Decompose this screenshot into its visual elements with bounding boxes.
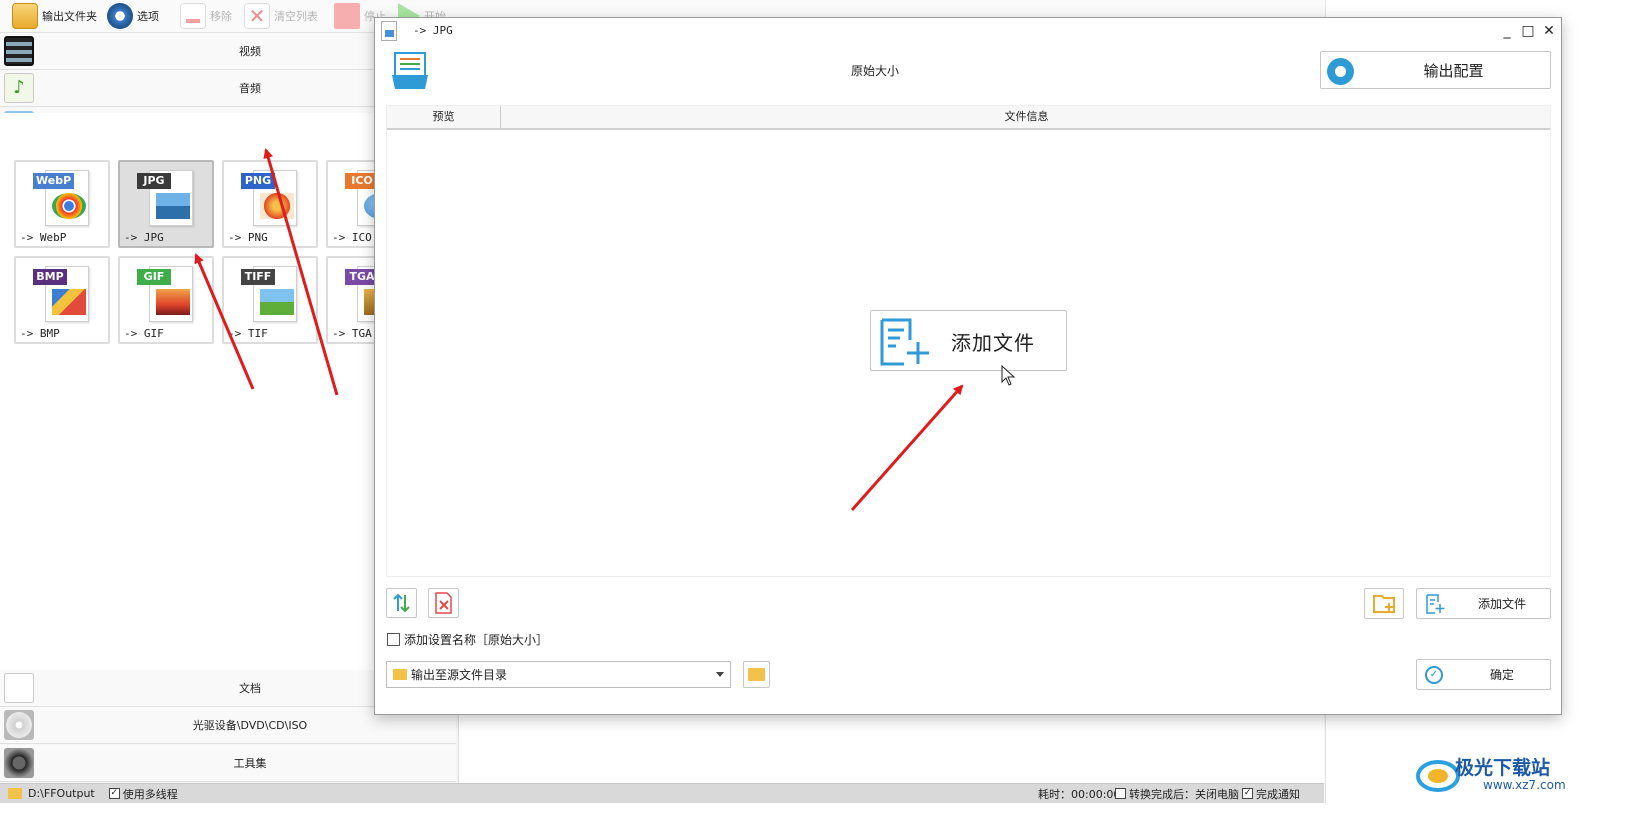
remove-label: 移除 xyxy=(210,10,232,23)
output-config-label: 输出配置 xyxy=(1423,61,1484,80)
format-badge: BMP xyxy=(33,269,67,285)
format-badge: WebP xyxy=(33,173,75,189)
notify-label: 完成通知 xyxy=(1256,787,1300,801)
add-file-button[interactable]: 添加文件 xyxy=(1416,588,1551,619)
category-tools-label: 工具集 xyxy=(233,757,267,770)
folder-icon xyxy=(393,669,407,680)
checkbox-checked-icon: ✓ xyxy=(1242,788,1253,799)
browse-folder-button[interactable] xyxy=(743,661,770,688)
add-folder-icon xyxy=(1373,595,1395,613)
paint-brush-icon xyxy=(52,289,86,315)
format-label: -> BMP xyxy=(20,327,60,340)
after-convert-checkbox[interactable]: 转换完成后：关闭电脑 xyxy=(1115,786,1239,802)
format-badge: GIF xyxy=(137,269,171,285)
chevron-down-icon xyxy=(716,672,724,677)
remove-file-button[interactable] xyxy=(428,588,459,618)
format-label: -> TGA xyxy=(332,327,372,340)
multithread-label: 使用多线程 xyxy=(122,787,178,801)
ok-button[interactable]: ✓ 确定 xyxy=(1416,659,1551,690)
ok-label: 确定 xyxy=(1489,668,1514,682)
add-file-big-button[interactable]: 添加文件 xyxy=(870,310,1067,371)
format-label: -> WebP xyxy=(20,231,67,244)
checkbox-checked-icon: ✓ xyxy=(108,788,120,799)
format-badge: TIFF xyxy=(241,269,275,285)
minimize-icon[interactable]: _ xyxy=(1497,21,1517,41)
checkbox-icon xyxy=(387,633,400,646)
format-label: -> ICO xyxy=(332,231,372,244)
jpg-file-icon xyxy=(381,21,397,41)
dialog-titlebar: -> JPG _ □ ✕ xyxy=(375,18,1561,45)
clear-list-label: 清空列表 xyxy=(274,10,318,23)
column-file-info[interactable]: 文件信息 xyxy=(501,106,1552,128)
folder-icon xyxy=(8,788,22,799)
add-setting-name-label: 添加设置名称［原始大小］ xyxy=(404,633,549,647)
format-label: -> JPG xyxy=(124,231,164,244)
remove-icon xyxy=(180,3,206,29)
file-list-icon xyxy=(392,52,428,89)
stop-icon xyxy=(334,3,360,29)
dialog-subtitle: 原始大小 xyxy=(850,64,899,78)
chrome-icon xyxy=(52,193,86,219)
format-tile-jpg[interactable]: JPG -> JPG xyxy=(118,160,214,248)
add-file-big-label: 添加文件 xyxy=(951,331,1035,355)
format-tile-gif[interactable]: GIF -> GIF xyxy=(118,256,214,344)
add-file-icon xyxy=(1426,594,1445,614)
dialog-title: -> JPG xyxy=(413,24,453,37)
clear-list-button[interactable]: ✕ 清空列表 xyxy=(244,2,318,30)
destination-value: 输出至源文件目录 xyxy=(411,668,508,682)
format-tile-png[interactable]: PNG -> PNG xyxy=(222,160,318,248)
format-label: -> GIF xyxy=(124,327,164,340)
format-tile-bmp[interactable]: BMP -> BMP xyxy=(14,256,110,344)
sort-arrows-icon xyxy=(393,593,410,613)
format-badge: JPG xyxy=(137,173,171,189)
convert-dialog: -> JPG _ □ ✕ 原始大小 输出配置 预览 文件信息 添加文件 添加文件… xyxy=(374,17,1562,715)
checkbox-icon xyxy=(1115,788,1126,799)
add-setting-name-checkbox[interactable]: 添加设置名称［原始大小］ xyxy=(387,631,548,648)
format-tile-webp[interactable]: WebP -> WebP xyxy=(14,160,110,248)
after-convert-label: 转换完成后：关闭电脑 xyxy=(1129,787,1239,801)
check-circle-icon: ✓ xyxy=(1425,666,1443,684)
format-tile-tif[interactable]: TIFF -> TIF xyxy=(222,256,318,344)
desktop-strip xyxy=(0,803,1636,838)
category-tools[interactable]: 工具集 xyxy=(0,745,456,782)
status-bar: D:\FFOutput ✓ 使用多线程 耗时：00:00:00 转换完成后：关闭… xyxy=(0,783,1324,803)
output-config-button[interactable]: 输出配置 xyxy=(1320,51,1551,89)
destination-select[interactable]: 输出至源文件目录 xyxy=(386,661,731,688)
list-header: 预览 文件信息 xyxy=(387,106,1550,130)
add-file-label: 添加文件 xyxy=(1477,597,1526,611)
sunset-thumbnail-icon xyxy=(156,289,190,315)
mouse-cursor-icon xyxy=(1001,365,1016,386)
sort-button[interactable] xyxy=(386,588,417,618)
elapsed-time: 耗时：00:00:00 xyxy=(1038,787,1121,801)
output-path-text[interactable]: D:\FFOutput xyxy=(28,787,95,800)
field-thumbnail-icon xyxy=(260,289,294,315)
category-optical-label: 光驱设备\DVD\CD\ISO xyxy=(192,719,308,732)
landscape-thumbnail-icon xyxy=(156,193,190,219)
output-folder-label: 输出文件夹 xyxy=(42,10,97,23)
delete-file-icon xyxy=(435,592,452,614)
format-label: -> TIF xyxy=(228,327,268,340)
watermark-title: 极光下载站 xyxy=(1455,757,1551,779)
notify-checkbox[interactable]: ✓ 完成通知 xyxy=(1242,786,1300,802)
output-folder-button[interactable]: 输出文件夹 xyxy=(12,2,97,30)
close-icon[interactable]: ✕ xyxy=(1539,21,1559,41)
clear-list-icon: ✕ xyxy=(244,3,270,29)
format-label: -> PNG xyxy=(228,231,268,244)
add-file-icon xyxy=(880,318,929,366)
options-icon xyxy=(107,3,133,29)
multithread-checkbox[interactable]: ✓ 使用多线程 xyxy=(108,786,178,802)
maximize-icon[interactable]: □ xyxy=(1518,21,1538,41)
options-label: 选项 xyxy=(137,10,159,23)
folder-icon xyxy=(12,3,38,29)
options-button[interactable]: 选项 xyxy=(107,2,159,30)
column-preview[interactable]: 预览 xyxy=(387,106,501,128)
watermark-url: www.xz7.com xyxy=(1483,778,1566,792)
add-folder-button[interactable] xyxy=(1364,588,1404,619)
remove-button[interactable]: 移除 xyxy=(180,2,232,30)
format-badge: PNG xyxy=(241,173,275,189)
flower-thumbnail-icon xyxy=(260,193,294,219)
